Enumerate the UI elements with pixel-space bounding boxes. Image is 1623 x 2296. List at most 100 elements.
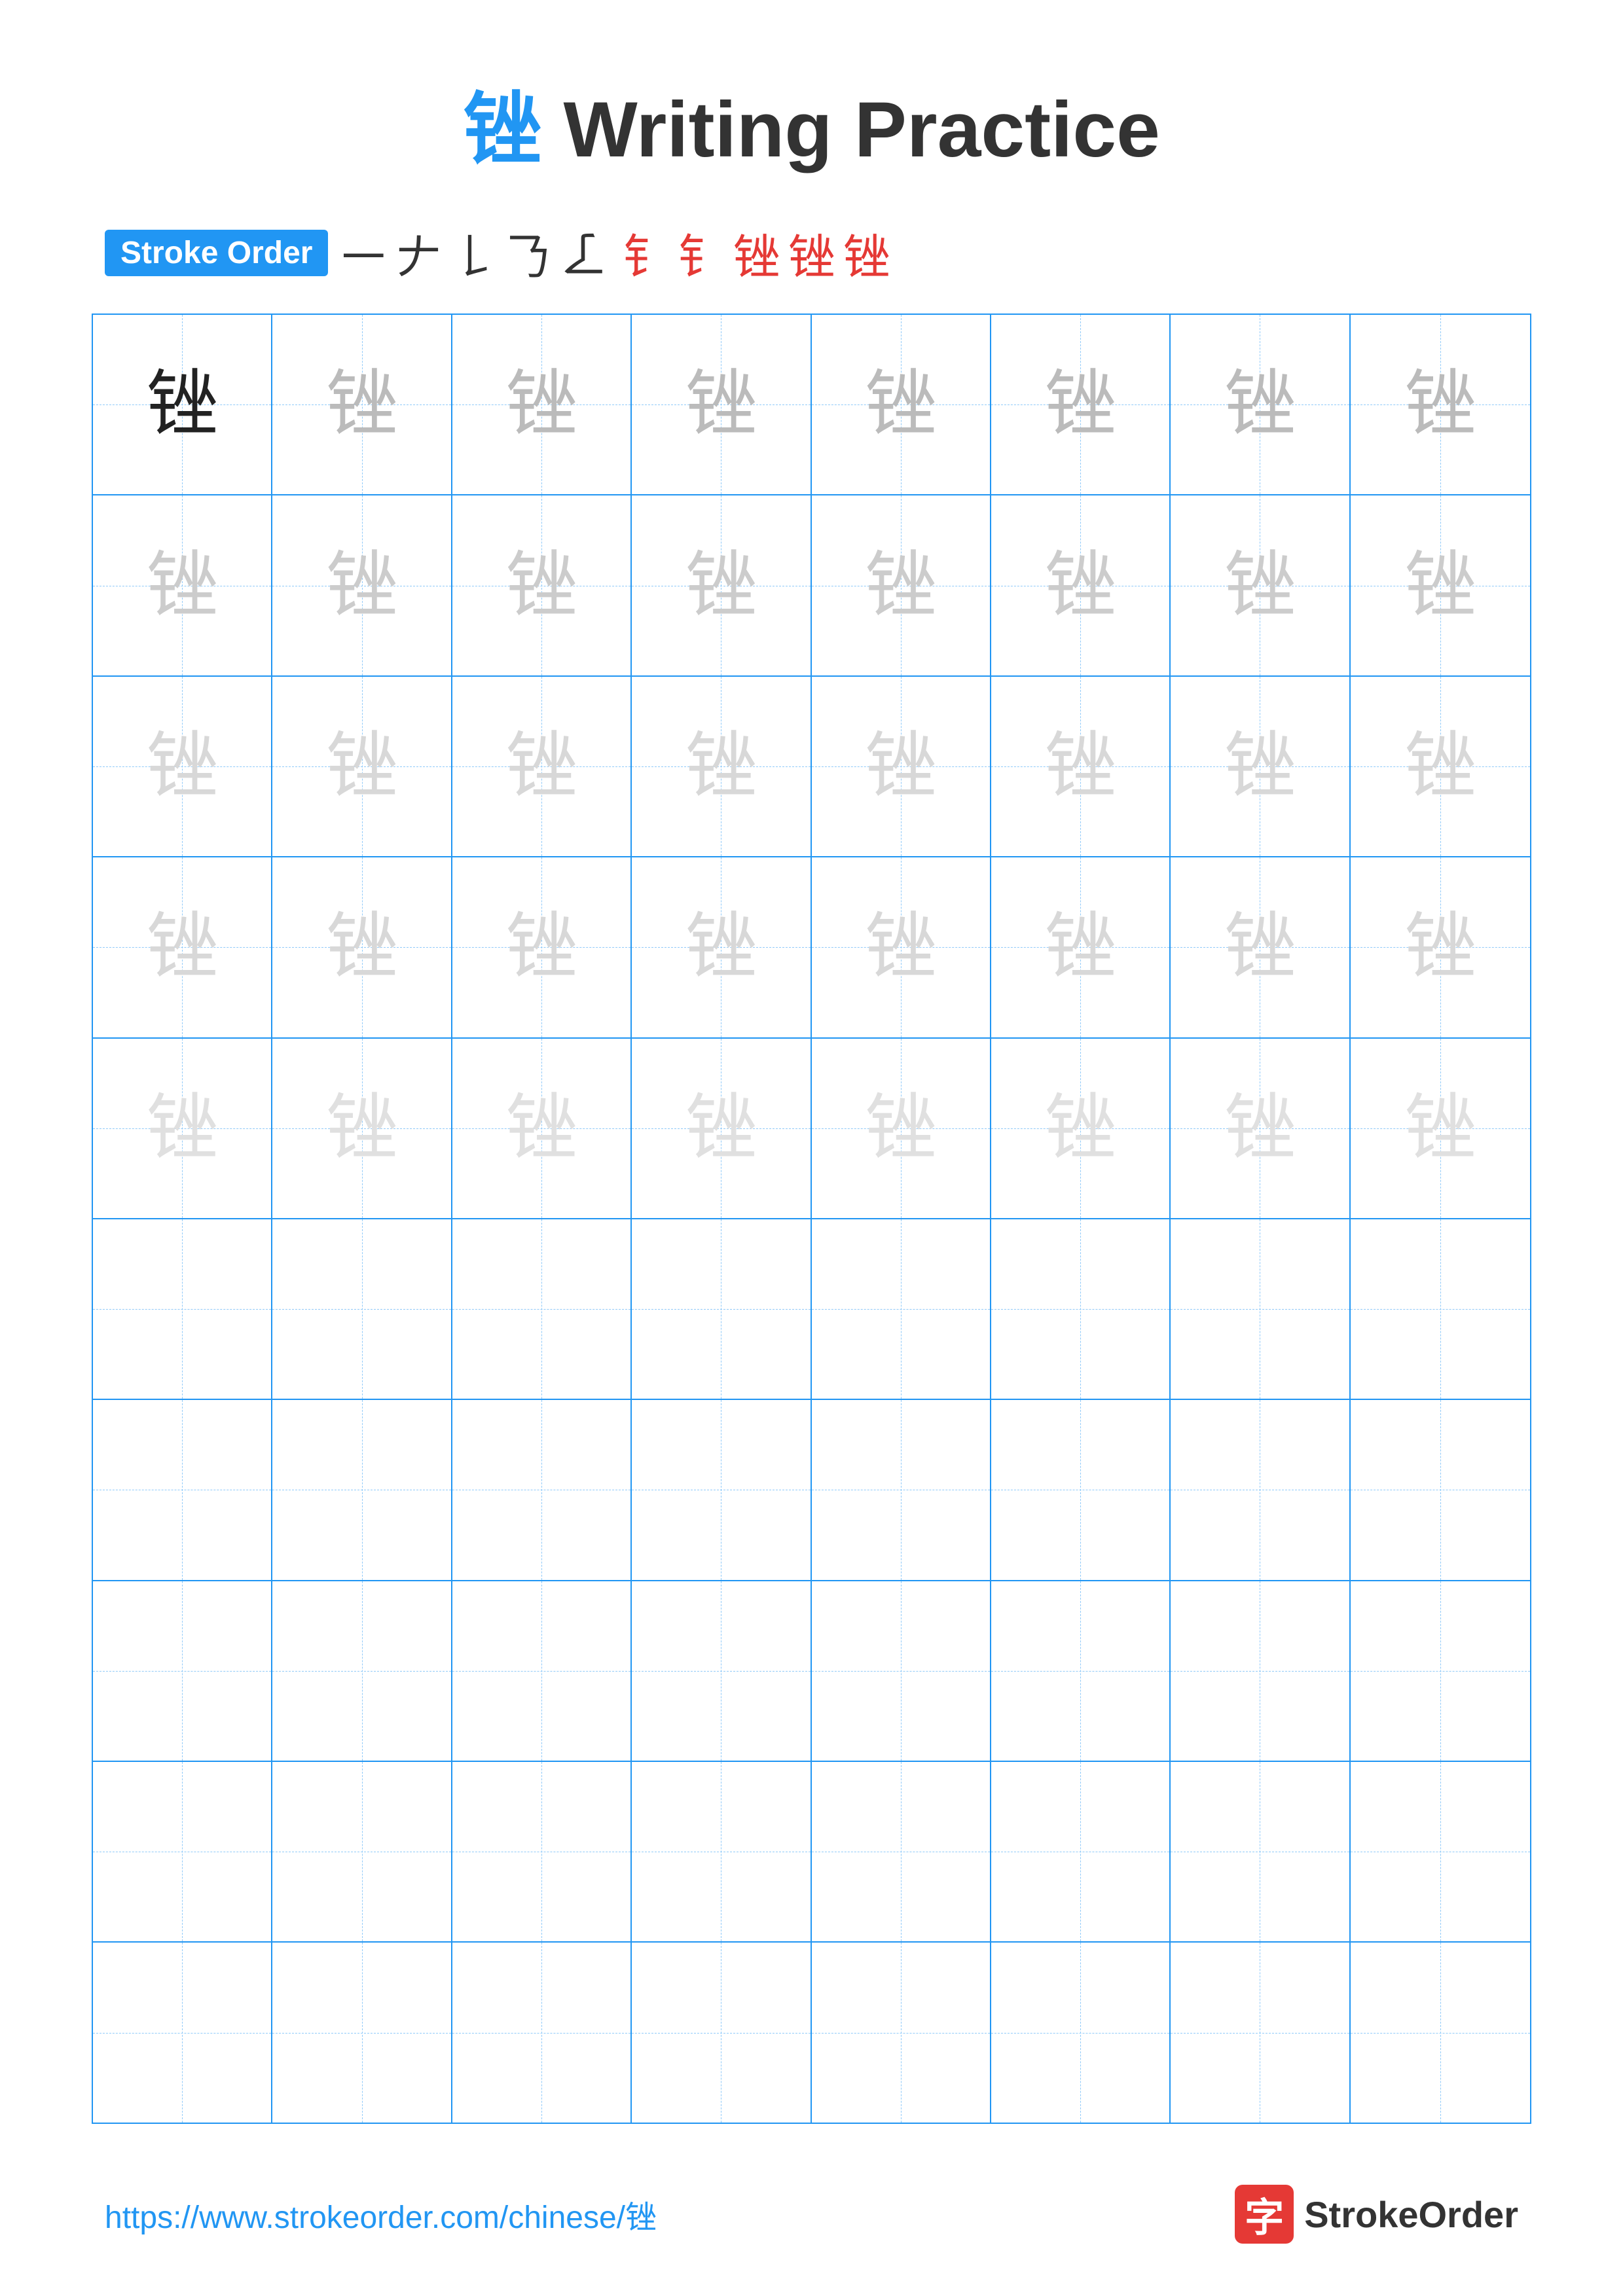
grid-cell-10-7[interactable] [1171,1943,1350,2122]
grid-cell-3-2[interactable]: 锉 [272,677,452,856]
grid-cell-2-2[interactable]: 锉 [272,495,452,675]
grid-cell-9-5[interactable] [812,1762,991,1941]
grid-cell-6-8[interactable] [1351,1219,1530,1399]
grid-cell-7-1[interactable] [93,1400,272,1579]
grid-cell-7-2[interactable] [272,1400,452,1579]
grid-cell-4-4[interactable]: 锉 [632,857,811,1037]
grid-cell-3-8[interactable]: 锉 [1351,677,1530,856]
grid-cell-7-5[interactable] [812,1400,991,1579]
grid-cell-1-8[interactable]: 锉 [1351,315,1530,494]
grid-cell-10-1[interactable] [93,1943,272,2122]
char-display: 锉 [326,368,398,440]
grid-cell-10-3[interactable] [452,1943,632,2122]
grid-cell-10-6[interactable] [991,1943,1171,2122]
grid-cell-4-3[interactable]: 锉 [452,857,632,1037]
grid-row-4: 锉 锉 锉 锉 锉 锉 锉 锉 [93,857,1530,1038]
grid-cell-6-5[interactable] [812,1219,991,1399]
grid-cell-1-2[interactable]: 锉 [272,315,452,494]
grid-cell-5-7[interactable]: 锉 [1171,1039,1350,1218]
grid-cell-8-2[interactable] [272,1581,452,1761]
char-display: 锉 [865,368,937,440]
grid-cell-2-7[interactable]: 锉 [1171,495,1350,675]
grid-cell-1-1[interactable]: 锉 [93,315,272,494]
grid-cell-6-6[interactable] [991,1219,1171,1399]
grid-row-6 [93,1219,1530,1400]
grid-cell-1-6[interactable]: 锉 [991,315,1171,494]
grid-cell-3-6[interactable]: 锉 [991,677,1171,856]
char-display: 锉 [326,730,398,802]
grid-cell-8-7[interactable] [1171,1581,1350,1761]
grid-cell-9-3[interactable] [452,1762,632,1941]
grid-cell-3-1[interactable]: 锉 [93,677,272,856]
grid-cell-3-7[interactable]: 锉 [1171,677,1350,856]
char-display: 锉 [865,911,937,983]
grid-cell-10-8[interactable] [1351,1943,1530,2122]
grid-cell-10-5[interactable] [812,1943,991,2122]
stroke-3: 𠄌 [450,219,497,287]
grid-cell-6-3[interactable] [452,1219,632,1399]
grid-cell-9-8[interactable] [1351,1762,1530,1941]
stroke-order-badge: Stroke Order [105,230,328,276]
grid-cell-8-8[interactable] [1351,1581,1530,1761]
grid-cell-7-4[interactable] [632,1400,811,1579]
grid-cell-2-8[interactable]: 锉 [1351,495,1530,675]
stroke-9: 锉 [733,219,780,287]
grid-cell-5-3[interactable]: 锉 [452,1039,632,1218]
grid-cell-2-5[interactable]: 锉 [812,495,991,675]
grid-cell-4-7[interactable]: 锉 [1171,857,1350,1037]
grid-row-8 [93,1581,1530,1762]
grid-cell-1-5[interactable]: 锉 [812,315,991,494]
grid-row-10 [93,1943,1530,2122]
char-display: 锉 [865,550,937,622]
grid-cell-9-6[interactable] [991,1762,1171,1941]
grid-cell-5-1[interactable]: 锉 [93,1039,272,1218]
grid-cell-2-4[interactable]: 锉 [632,495,811,675]
grid-cell-4-8[interactable]: 锉 [1351,857,1530,1037]
grid-cell-8-5[interactable] [812,1581,991,1761]
grid-cell-4-2[interactable]: 锉 [272,857,452,1037]
grid-cell-4-5[interactable]: 锉 [812,857,991,1037]
footer-url: https://www.strokeorder.com/chinese/锉 [105,2191,657,2237]
char-display: 锉 [505,730,577,802]
grid-cell-4-6[interactable]: 锉 [991,857,1171,1037]
grid-cell-8-4[interactable] [632,1581,811,1761]
grid-cell-7-3[interactable] [452,1400,632,1579]
grid-cell-9-4[interactable] [632,1762,811,1941]
grid-cell-2-6[interactable]: 锉 [991,495,1171,675]
grid-cell-5-8[interactable]: 锉 [1351,1039,1530,1218]
stroke-order-area: Stroke Order ㇐ 𠂇 𠄌 𠄎 𠄏 𠄡 钅 钅 锉 锉 锉 [0,219,1623,287]
grid-cell-5-2[interactable]: 锉 [272,1039,452,1218]
grid-cell-10-4[interactable] [632,1943,811,2122]
stroke-8: 钅 [678,219,725,287]
grid-cell-9-7[interactable] [1171,1762,1350,1941]
grid-cell-8-1[interactable] [93,1581,272,1761]
grid-cell-9-2[interactable] [272,1762,452,1941]
char-display: 锉 [146,911,218,983]
grid-cell-4-1[interactable]: 锉 [93,857,272,1037]
grid-cell-7-6[interactable] [991,1400,1171,1579]
grid-cell-1-4[interactable]: 锉 [632,315,811,494]
grid-cell-1-3[interactable]: 锉 [452,315,632,494]
grid-cell-3-3[interactable]: 锉 [452,677,632,856]
grid-cell-6-7[interactable] [1171,1219,1350,1399]
grid-cell-7-7[interactable] [1171,1400,1350,1579]
grid-cell-5-4[interactable]: 锉 [632,1039,811,1218]
grid-cell-8-3[interactable] [452,1581,632,1761]
char-display: 锉 [505,368,577,440]
grid-cell-5-6[interactable]: 锉 [991,1039,1171,1218]
grid-cell-3-5[interactable]: 锉 [812,677,991,856]
grid-cell-8-6[interactable] [991,1581,1171,1761]
grid-cell-3-4[interactable]: 锉 [632,677,811,856]
grid-cell-10-2[interactable] [272,1943,452,2122]
title-text: Writing Practice [563,86,1159,173]
grid-cell-7-8[interactable] [1351,1400,1530,1579]
grid-cell-2-1[interactable]: 锉 [93,495,272,675]
grid-cell-6-2[interactable] [272,1219,452,1399]
grid-cell-9-1[interactable] [93,1762,272,1941]
grid-cell-2-3[interactable]: 锉 [452,495,632,675]
grid-cell-6-4[interactable] [632,1219,811,1399]
char-display: 锉 [146,1092,218,1164]
grid-cell-6-1[interactable] [93,1219,272,1399]
grid-cell-1-7[interactable]: 锉 [1171,315,1350,494]
grid-cell-5-5[interactable]: 锉 [812,1039,991,1218]
